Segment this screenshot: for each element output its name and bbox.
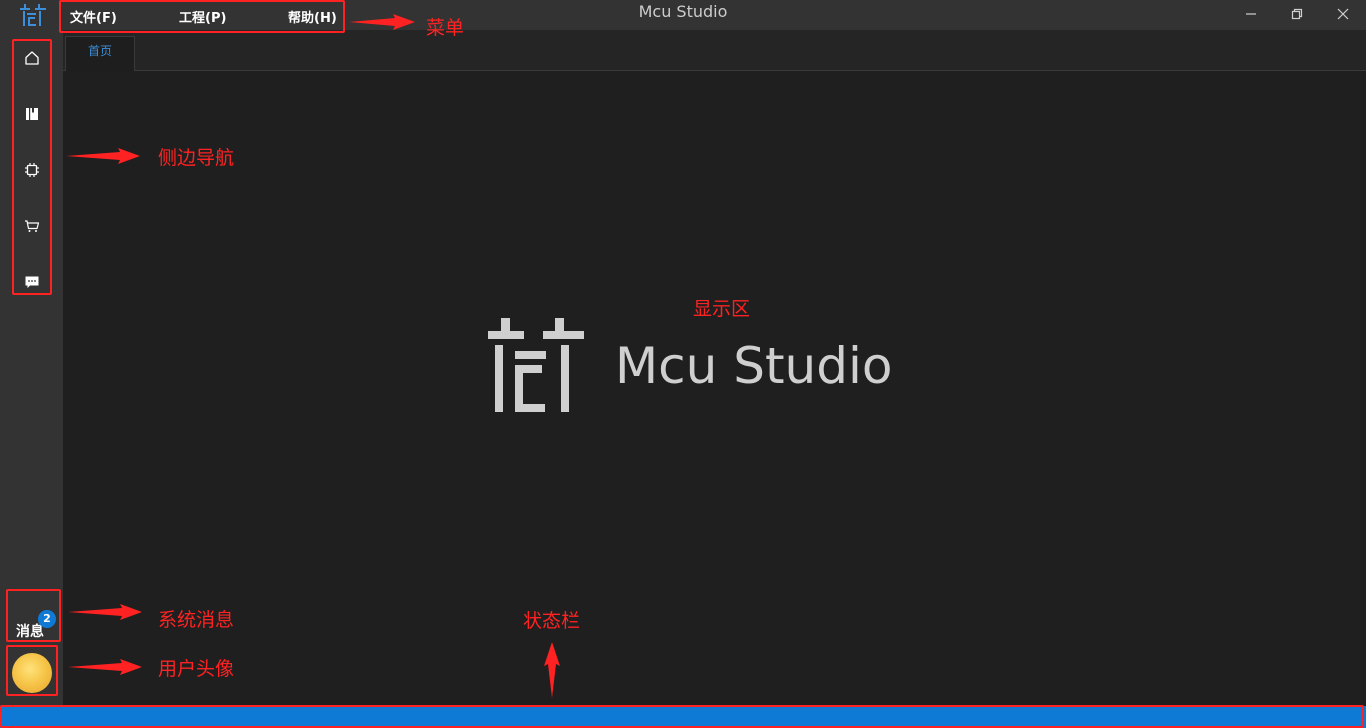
menu-annotation-label: 菜单: [426, 17, 465, 39]
menu-help[interactable]: 帮助(H): [288, 7, 337, 26]
minimize-button[interactable]: [1228, 0, 1274, 28]
menu-project[interactable]: 工程(P): [179, 7, 226, 26]
menu-file[interactable]: 文件(F): [70, 7, 117, 26]
display-annotation-label: 显示区: [693, 298, 751, 320]
avatar-annotation-label: 用户头像: [158, 658, 235, 680]
chat-icon: [25, 276, 39, 288]
app-logo-icon: [20, 4, 46, 26]
restore-icon: [1291, 8, 1303, 20]
statusbar-annotation-label: 状态栏: [523, 610, 581, 632]
sidebar: 消息 2: [0, 30, 63, 706]
nav-store[interactable]: [16, 210, 48, 242]
home-icon: [25, 51, 39, 65]
restore-button[interactable]: [1274, 0, 1320, 28]
system-messages-button[interactable]: 消息 2: [8, 610, 58, 642]
close-icon: [1337, 8, 1349, 20]
title-bar: 文件(F) 工程(P) 帮助(H) Mcu Studio: [0, 0, 1366, 30]
minimize-icon: [1246, 13, 1256, 15]
nav-library[interactable]: [16, 98, 48, 130]
cart-icon: [25, 220, 40, 232]
nav-device[interactable]: [16, 154, 48, 186]
product-title: Mcu Studio: [615, 337, 893, 395]
close-button[interactable]: [1320, 0, 1366, 28]
sidebar-annotation-label: 侧边导航: [158, 147, 235, 169]
mcu-studio-logo-icon: [488, 318, 584, 412]
display-area: Mcu Studio: [63, 71, 1366, 706]
tab-home[interactable]: 首页: [65, 36, 135, 71]
user-avatar[interactable]: [12, 653, 52, 693]
messages-annotation-label: 系统消息: [158, 609, 235, 631]
nav-chat[interactable]: [16, 266, 48, 298]
status-bar: [0, 706, 1366, 728]
nav-home[interactable]: [16, 42, 48, 74]
book-icon: [26, 108, 38, 120]
chip-icon: [25, 163, 39, 177]
tab-bar: 首页: [63, 30, 1366, 71]
messages-badge: 2: [38, 610, 56, 628]
